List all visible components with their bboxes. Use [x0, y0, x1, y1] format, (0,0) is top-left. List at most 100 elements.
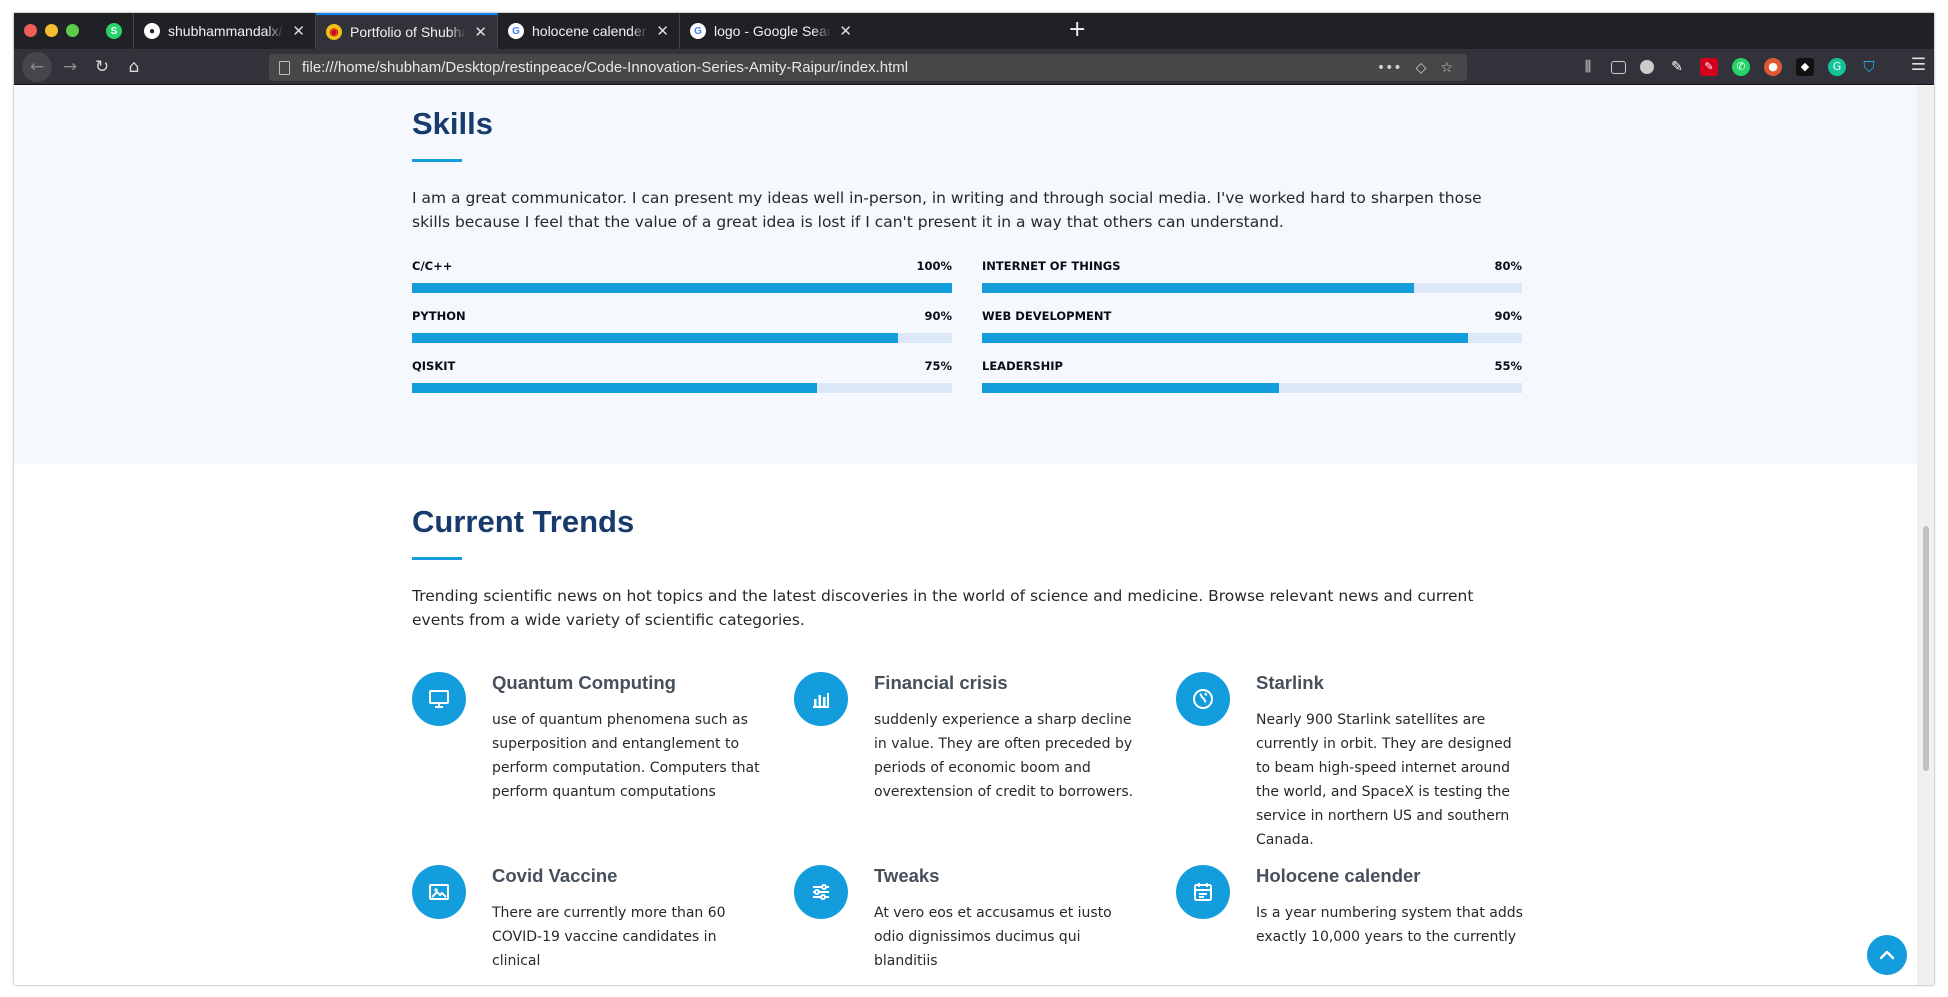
forward-arrow-icon[interactable]: → — [58, 55, 82, 79]
library-icon[interactable]: ⫼ — [1579, 58, 1597, 76]
duckduckgo-icon[interactable]: ● — [1764, 58, 1782, 76]
skill-progress-fill — [982, 333, 1468, 343]
sidebar-icon[interactable] — [1611, 60, 1626, 74]
close-icon[interactable]: ✕ — [839, 22, 852, 40]
home-icon[interactable]: ⌂ — [122, 55, 146, 79]
account-icon[interactable] — [1640, 60, 1654, 74]
google-icon: G — [690, 23, 706, 39]
skill-percent: 100% — [916, 259, 952, 273]
trend-title[interactable]: Quantum Computing — [492, 672, 676, 694]
skill-name: LEADERSHIP — [982, 359, 1063, 373]
skill-percent: 80% — [1494, 259, 1522, 273]
trend-title[interactable]: Tweaks — [874, 865, 939, 887]
tab-title: holocene calender - Goo — [532, 23, 648, 39]
tab-title: logo - Google Search — [714, 23, 832, 39]
skill-name: C/C++ — [412, 259, 453, 273]
github-icon: ● — [144, 23, 160, 39]
trend-title[interactable]: Holocene calender — [1256, 865, 1421, 887]
trend-title[interactable]: Financial crisis — [874, 672, 1008, 694]
trend-description: suddenly experience a sharp decline in v… — [874, 712, 1134, 800]
bookmark-star-icon[interactable]: ☆ — [1440, 60, 1453, 76]
title-underline — [412, 557, 462, 560]
close-icon[interactable]: ✕ — [474, 23, 487, 41]
page-scrollbar[interactable] — [1917, 86, 1934, 985]
pinned-tab-icon: S — [106, 23, 122, 39]
google-icon: G — [508, 23, 524, 39]
portfolio-icon: ◉ — [326, 24, 342, 40]
scrollbar-thumb[interactable] — [1923, 526, 1929, 771]
skill-percent: 75% — [924, 359, 952, 373]
close-icon[interactable]: ✕ — [292, 22, 305, 40]
skill-percent: 55% — [1494, 359, 1522, 373]
skill-progress-fill — [412, 333, 898, 343]
trend-title[interactable]: Covid Vaccine — [492, 865, 617, 887]
back-to-top-button[interactable] — [1867, 935, 1907, 975]
maximize-window-button[interactable] — [66, 24, 79, 37]
monitor-icon — [412, 672, 466, 726]
trend-description: use of quantum phenomena such as superpo… — [492, 712, 760, 800]
new-tab-button[interactable]: + — [1068, 17, 1086, 42]
calendar-icon — [1176, 865, 1230, 919]
tab-github[interactable]: ● shubhammandalx/Code-I ✕ — [134, 13, 316, 49]
skill-item: C/C++ 100% — [412, 259, 952, 299]
trend-title[interactable]: Starlink — [1256, 672, 1324, 694]
trends-container: Current Trends Trending scientific news … — [412, 504, 1523, 969]
skill-progress-track — [412, 283, 952, 293]
skill-item: LEADERSHIP 55% — [982, 359, 1522, 399]
trends-description: Trending scientific news on hot topics a… — [412, 587, 1474, 629]
skill-progress-track — [982, 333, 1522, 343]
grammarly-icon[interactable]: G — [1828, 58, 1846, 76]
browser-window: S ● shubhammandalx/Code-I ✕ ◉ Portfolio … — [14, 13, 1934, 985]
close-icon[interactable]: ✕ — [656, 22, 669, 40]
tab-holocene[interactable]: G holocene calender - Goo ✕ — [498, 13, 680, 49]
trend-description: Is a year numbering system that adds exa… — [1256, 905, 1523, 945]
extension-red-icon[interactable]: ✎ — [1700, 58, 1718, 76]
pinned-tab[interactable]: S — [98, 13, 134, 49]
extension-icon[interactable]: ✎ — [1668, 58, 1686, 76]
url-text[interactable]: file:///home/shubham/Desktop/restinpeace… — [302, 59, 1377, 76]
skills-title: Skills — [412, 106, 493, 141]
pocket-icon[interactable]: ◇ — [1416, 60, 1427, 76]
extension-dark-icon[interactable]: ◆ — [1796, 58, 1814, 76]
chevron-up-icon — [1879, 950, 1895, 960]
page-actions-icon[interactable]: ••• — [1377, 60, 1402, 76]
tab-logo-search[interactable]: G logo - Google Search ✕ — [680, 13, 862, 49]
skills-section: Skills I am a great communicator. I can … — [14, 86, 1917, 464]
skill-progress-track — [982, 283, 1522, 293]
reload-icon[interactable]: ↻ — [90, 55, 114, 79]
menu-icon[interactable]: ☰ — [1911, 55, 1926, 75]
skill-item: PYTHON 90% — [412, 309, 952, 349]
address-bar[interactable]: file:///home/shubham/Desktop/restinpeace… — [269, 54, 1467, 81]
skill-name: INTERNET OF THINGS — [982, 259, 1121, 273]
skill-percent: 90% — [924, 309, 952, 323]
skill-name: QISKIT — [412, 359, 456, 373]
skill-progress-fill — [982, 383, 1279, 393]
shield-icon[interactable]: ⛉ — [1860, 58, 1878, 76]
whatsapp-icon[interactable]: ✆ — [1732, 58, 1750, 76]
tab-title: shubhammandalx/Code-I — [168, 23, 284, 39]
globe-icon — [1176, 672, 1230, 726]
skill-progress-fill — [982, 283, 1414, 293]
minimize-window-button[interactable] — [45, 24, 58, 37]
skill-item: QISKIT 75% — [412, 359, 952, 399]
tab-title: Portfolio of Shubham Ma — [350, 24, 467, 40]
skills-description: I am a great communicator. I can present… — [412, 189, 1482, 231]
skill-progress-track — [412, 333, 952, 343]
back-arrow-icon[interactable]: ← — [22, 52, 52, 82]
close-window-button[interactable] — [24, 24, 37, 37]
tab-bar: S ● shubhammandalx/Code-I ✕ ◉ Portfolio … — [14, 13, 1934, 49]
skill-item: WEB DEVELOPMENT 90% — [982, 309, 1522, 349]
tab-portfolio[interactable]: ◉ Portfolio of Shubham Ma ✕ — [316, 13, 498, 49]
trend-description: There are currently more than 60 COVID-1… — [492, 905, 726, 969]
skill-progress-fill — [412, 383, 817, 393]
navigation-bar: ← → ↻ ⌂ file:///home/shubham/Desktop/res… — [14, 49, 1934, 85]
page-icon — [279, 60, 290, 75]
page-viewport: Skills I am a great communicator. I can … — [14, 86, 1917, 985]
skill-progress-track — [412, 383, 952, 393]
sliders-icon — [794, 865, 848, 919]
trends-section: Current Trends Trending scientific news … — [14, 464, 1917, 985]
skills-container: Skills I am a great communicator. I can … — [412, 106, 1522, 393]
skill-progress-track — [982, 383, 1522, 393]
trend-description: Nearly 900 Starlink satellites are curre… — [1256, 712, 1512, 848]
trends-title: Current Trends — [412, 504, 635, 539]
